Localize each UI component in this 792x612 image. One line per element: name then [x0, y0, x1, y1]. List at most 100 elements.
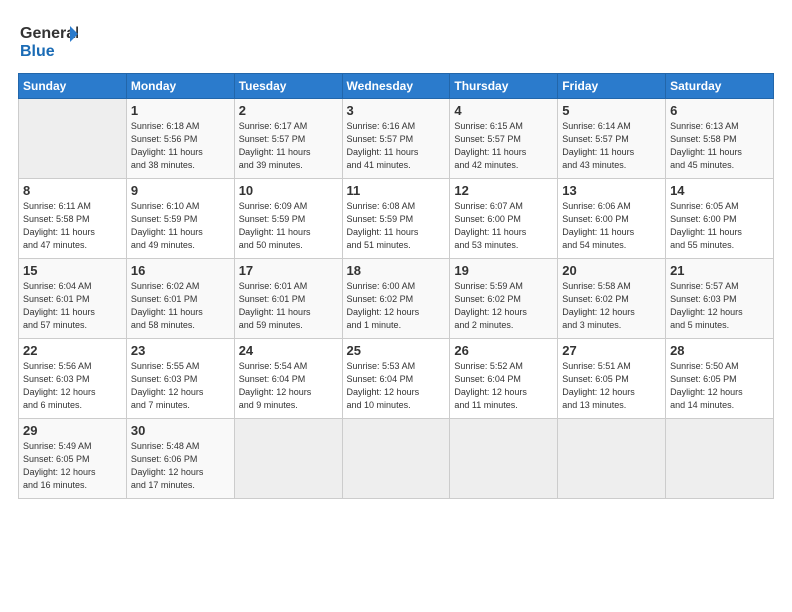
day-info: Sunrise: 6:08 AM Sunset: 5:59 PM Dayligh… [347, 200, 446, 252]
calendar-cell: 29 Sunrise: 5:49 AM Sunset: 6:05 PM Dayli… [19, 419, 127, 499]
day-info: Sunrise: 6:09 AM Sunset: 5:59 PM Dayligh… [239, 200, 338, 252]
calendar-cell: 20Sunrise: 5:58 AM Sunset: 6:02 PM Dayli… [558, 259, 666, 339]
day-info: Sunrise: 6:02 AM Sunset: 6:01 PM Dayligh… [131, 280, 230, 332]
calendar-cell [342, 419, 450, 499]
day-number: 20 [562, 263, 661, 278]
calendar-table: SundayMondayTuesdayWednesdayThursdayFrid… [18, 73, 774, 499]
calendar-cell: 26Sunrise: 5:52 AM Sunset: 6:04 PM Dayli… [450, 339, 558, 419]
calendar-week-row: 8 Sunrise: 6:11 AM Sunset: 5:58 PM Daylig… [19, 179, 774, 259]
day-info: Sunrise: 5:50 AM Sunset: 6:05 PM Dayligh… [670, 360, 769, 412]
header: General Blue [18, 18, 774, 63]
day-info: Sunrise: 5:59 AM Sunset: 6:02 PM Dayligh… [454, 280, 553, 332]
day-number: 8 [23, 183, 122, 198]
calendar-cell: 21 Sunrise: 5:57 AM Sunset: 6:03 PM Dayli… [666, 259, 774, 339]
calendar-cell [19, 99, 127, 179]
day-info: Sunrise: 5:51 AM Sunset: 6:05 PM Dayligh… [562, 360, 661, 412]
calendar-cell: 9 Sunrise: 6:10 AM Sunset: 5:59 PM Daylig… [126, 179, 234, 259]
day-number: 13 [562, 183, 661, 198]
day-number: 10 [239, 183, 338, 198]
calendar-week-row: 1 Sunrise: 6:18 AM Sunset: 5:56 PM Daylig… [19, 99, 774, 179]
calendar-cell: 22Sunrise: 5:56 AM Sunset: 6:03 PM Dayli… [19, 339, 127, 419]
day-number: 24 [239, 343, 338, 358]
day-info: Sunrise: 5:48 AM Sunset: 6:06 PM Dayligh… [131, 440, 230, 492]
day-number: 29 [23, 423, 122, 438]
day-info: Sunrise: 6:04 AM Sunset: 6:01 PM Dayligh… [23, 280, 122, 332]
calendar-week-row: 22Sunrise: 5:56 AM Sunset: 6:03 PM Dayli… [19, 339, 774, 419]
svg-text:General: General [20, 25, 78, 42]
day-info: Sunrise: 5:49 AM Sunset: 6:05 PM Dayligh… [23, 440, 122, 492]
day-number: 26 [454, 343, 553, 358]
day-number: 12 [454, 183, 553, 198]
day-info: Sunrise: 6:17 AM Sunset: 5:57 PM Dayligh… [239, 120, 338, 172]
page: General Blue SundayMondayTuesdayWednesda… [0, 0, 792, 612]
day-number: 17 [239, 263, 338, 278]
calendar-cell: 25 Sunrise: 5:53 AM Sunset: 6:04 PM Dayli… [342, 339, 450, 419]
calendar-cell: 3Sunrise: 6:16 AM Sunset: 5:57 PM Daylig… [342, 99, 450, 179]
calendar-cell: 18 Sunrise: 6:00 AM Sunset: 6:02 PM Dayli… [342, 259, 450, 339]
calendar-cell [234, 419, 342, 499]
day-info: Sunrise: 6:18 AM Sunset: 5:56 PM Dayligh… [131, 120, 230, 172]
day-number: 21 [670, 263, 769, 278]
calendar-cell: 24 Sunrise: 5:54 AM Sunset: 6:04 PM Dayli… [234, 339, 342, 419]
day-header-tuesday: Tuesday [234, 74, 342, 99]
calendar-cell: 16 Sunrise: 6:02 AM Sunset: 6:01 PM Dayli… [126, 259, 234, 339]
calendar-header-row: SundayMondayTuesdayWednesdayThursdayFrid… [19, 74, 774, 99]
day-number: 22 [23, 343, 122, 358]
calendar-cell: 8 Sunrise: 6:11 AM Sunset: 5:58 PM Daylig… [19, 179, 127, 259]
day-info: Sunrise: 6:13 AM Sunset: 5:58 PM Dayligh… [670, 120, 769, 172]
calendar-cell: 30 Sunrise: 5:48 AM Sunset: 6:06 PM Dayli… [126, 419, 234, 499]
calendar-cell: 13Sunrise: 6:06 AM Sunset: 6:00 PM Dayli… [558, 179, 666, 259]
day-number: 18 [347, 263, 446, 278]
day-number: 6 [670, 103, 769, 118]
calendar-cell: 4 Sunrise: 6:15 AM Sunset: 5:57 PM Daylig… [450, 99, 558, 179]
calendar-week-row: 29 Sunrise: 5:49 AM Sunset: 6:05 PM Dayli… [19, 419, 774, 499]
day-number: 25 [347, 343, 446, 358]
calendar-cell: 10 Sunrise: 6:09 AM Sunset: 5:59 PM Dayli… [234, 179, 342, 259]
day-number: 16 [131, 263, 230, 278]
day-number: 1 [131, 103, 230, 118]
day-number: 19 [454, 263, 553, 278]
day-number: 28 [670, 343, 769, 358]
calendar-cell: 6 Sunrise: 6:13 AM Sunset: 5:58 PM Daylig… [666, 99, 774, 179]
calendar-cell: 11 Sunrise: 6:08 AM Sunset: 5:59 PM Dayli… [342, 179, 450, 259]
day-info: Sunrise: 5:54 AM Sunset: 6:04 PM Dayligh… [239, 360, 338, 412]
calendar-cell: 27 Sunrise: 5:51 AM Sunset: 6:05 PM Dayli… [558, 339, 666, 419]
day-number: 14 [670, 183, 769, 198]
calendar-cell: 2 Sunrise: 6:17 AM Sunset: 5:57 PM Daylig… [234, 99, 342, 179]
day-number: 11 [347, 183, 446, 198]
calendar-cell [558, 419, 666, 499]
calendar-cell [666, 419, 774, 499]
day-number: 23 [131, 343, 230, 358]
calendar-cell [450, 419, 558, 499]
calendar-cell: 5 Sunrise: 6:14 AM Sunset: 5:57 PM Daylig… [558, 99, 666, 179]
day-number: 27 [562, 343, 661, 358]
day-header-saturday: Saturday [666, 74, 774, 99]
logo-icon: General Blue [18, 18, 78, 63]
calendar-cell: 19 Sunrise: 5:59 AM Sunset: 6:02 PM Dayli… [450, 259, 558, 339]
day-header-friday: Friday [558, 74, 666, 99]
calendar-cell: 15 Sunrise: 6:04 AM Sunset: 6:01 PM Dayli… [19, 259, 127, 339]
calendar-cell: 28 Sunrise: 5:50 AM Sunset: 6:05 PM Dayli… [666, 339, 774, 419]
calendar-cell: 12Sunrise: 6:07 AM Sunset: 6:00 PM Dayli… [450, 179, 558, 259]
calendar-cell: 14 Sunrise: 6:05 AM Sunset: 6:00 PM Dayli… [666, 179, 774, 259]
day-number: 30 [131, 423, 230, 438]
day-info: Sunrise: 6:10 AM Sunset: 5:59 PM Dayligh… [131, 200, 230, 252]
logo: General Blue [18, 18, 80, 63]
day-number: 5 [562, 103, 661, 118]
day-number: 2 [239, 103, 338, 118]
day-number: 9 [131, 183, 230, 198]
day-number: 15 [23, 263, 122, 278]
day-number: 4 [454, 103, 553, 118]
day-info: Sunrise: 6:00 AM Sunset: 6:02 PM Dayligh… [347, 280, 446, 332]
day-number: 3 [347, 103, 446, 118]
day-info: Sunrise: 6:14 AM Sunset: 5:57 PM Dayligh… [562, 120, 661, 172]
day-info: Sunrise: 6:15 AM Sunset: 5:57 PM Dayligh… [454, 120, 553, 172]
day-header-wednesday: Wednesday [342, 74, 450, 99]
day-header-sunday: Sunday [19, 74, 127, 99]
day-header-thursday: Thursday [450, 74, 558, 99]
day-info: Sunrise: 6:11 AM Sunset: 5:58 PM Dayligh… [23, 200, 122, 252]
day-info: Sunrise: 5:57 AM Sunset: 6:03 PM Dayligh… [670, 280, 769, 332]
day-info: Sunrise: 6:01 AM Sunset: 6:01 PM Dayligh… [239, 280, 338, 332]
day-info: Sunrise: 5:53 AM Sunset: 6:04 PM Dayligh… [347, 360, 446, 412]
day-info: Sunrise: 6:05 AM Sunset: 6:00 PM Dayligh… [670, 200, 769, 252]
